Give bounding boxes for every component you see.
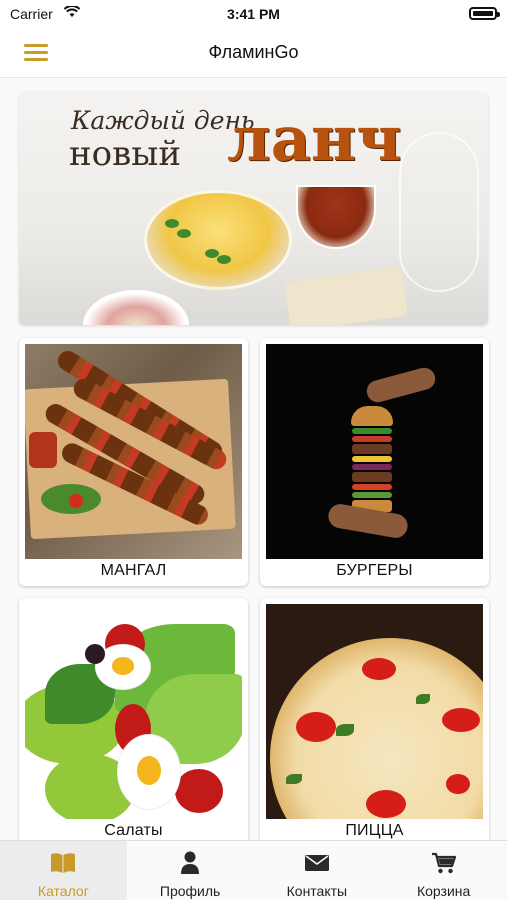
wrap-image xyxy=(284,266,408,325)
tab-label-catalog: Каталог xyxy=(37,883,89,899)
category-image-salads xyxy=(25,604,242,819)
tab-contacts[interactable]: Контакты xyxy=(254,841,381,900)
cart-icon xyxy=(431,852,456,874)
battery-icon xyxy=(469,7,500,20)
book-icon xyxy=(51,853,76,873)
person-icon xyxy=(181,851,200,874)
category-card-salads[interactable]: Салаты xyxy=(19,598,248,846)
tab-bar: Каталог Профиль Контакты Корзина xyxy=(0,840,507,900)
category-label-mangal: МАНГАЛ xyxy=(100,562,167,579)
tab-label-contacts: Контакты xyxy=(286,883,348,899)
category-label-burgers: БУРГЕРЫ xyxy=(336,562,413,579)
status-bar: Carrier 3:41 PM xyxy=(0,0,507,28)
banner-text-line2: новый xyxy=(69,134,181,174)
banner-glass-decoration xyxy=(399,132,479,292)
navigation-bar: ФламинGo xyxy=(0,28,507,78)
category-image-pizza xyxy=(266,604,483,819)
tab-cart[interactable]: Корзина xyxy=(380,841,507,900)
app-screen: Carrier 3:41 PM ФламинGo Каждый день нов… xyxy=(0,0,507,900)
category-image-burgers xyxy=(266,344,483,559)
status-time: 3:41 PM xyxy=(227,6,280,22)
tea-cup-image xyxy=(296,185,376,249)
tab-catalog[interactable]: Каталог xyxy=(0,841,127,900)
category-card-pizza[interactable]: ПИЦЦА xyxy=(260,598,489,846)
banner-text-line3: ланч xyxy=(227,102,402,175)
tab-profile[interactable]: Профиль xyxy=(127,841,254,900)
envelope-icon xyxy=(304,855,329,871)
app-title: ФламинGo xyxy=(208,42,299,62)
tab-label-profile: Профиль xyxy=(159,883,221,899)
promo-banner[interactable]: Каждый день новый ланч xyxy=(19,92,488,325)
category-label-salads: Салаты xyxy=(104,822,163,839)
soup-bowl-image xyxy=(144,190,292,290)
category-card-burgers[interactable]: БУРГЕРЫ xyxy=(260,338,489,586)
tab-label-cart: Корзина xyxy=(416,883,471,899)
category-label-pizza: ПИЦЦА xyxy=(345,822,404,839)
category-card-mangal[interactable]: МАНГАЛ xyxy=(19,338,248,586)
salad-bowl-image xyxy=(83,290,189,325)
category-image-mangal xyxy=(25,344,242,559)
